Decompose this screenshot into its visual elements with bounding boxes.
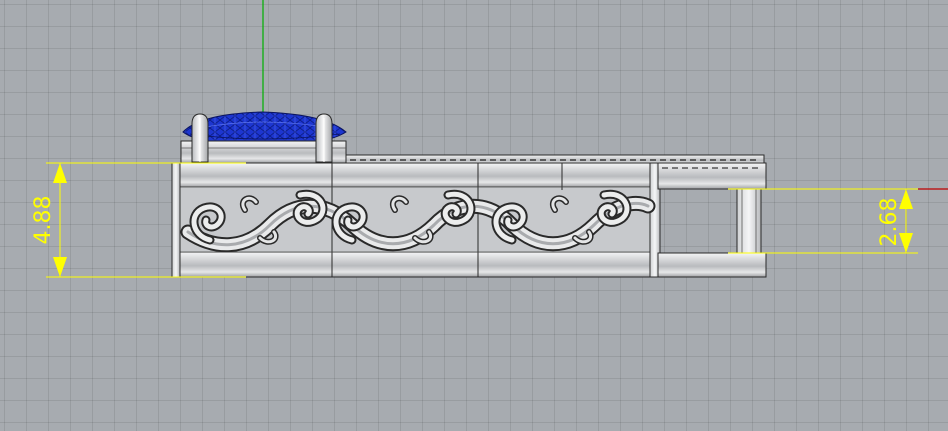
left-prong — [191, 113, 209, 163]
front-viewport[interactable]: 4.88 2.68 — [0, 0, 948, 431]
dimension-label-2-68: 2.68 — [877, 198, 902, 247]
pendant-bail — [657, 162, 767, 278]
pendant-model[interactable] — [171, 111, 767, 278]
right-prong — [315, 113, 333, 163]
dimension-label-4-88: 4.88 — [31, 196, 56, 245]
filigree-band — [171, 162, 661, 278]
viewport-scene[interactable]: 4.88 2.68 — [0, 0, 948, 431]
